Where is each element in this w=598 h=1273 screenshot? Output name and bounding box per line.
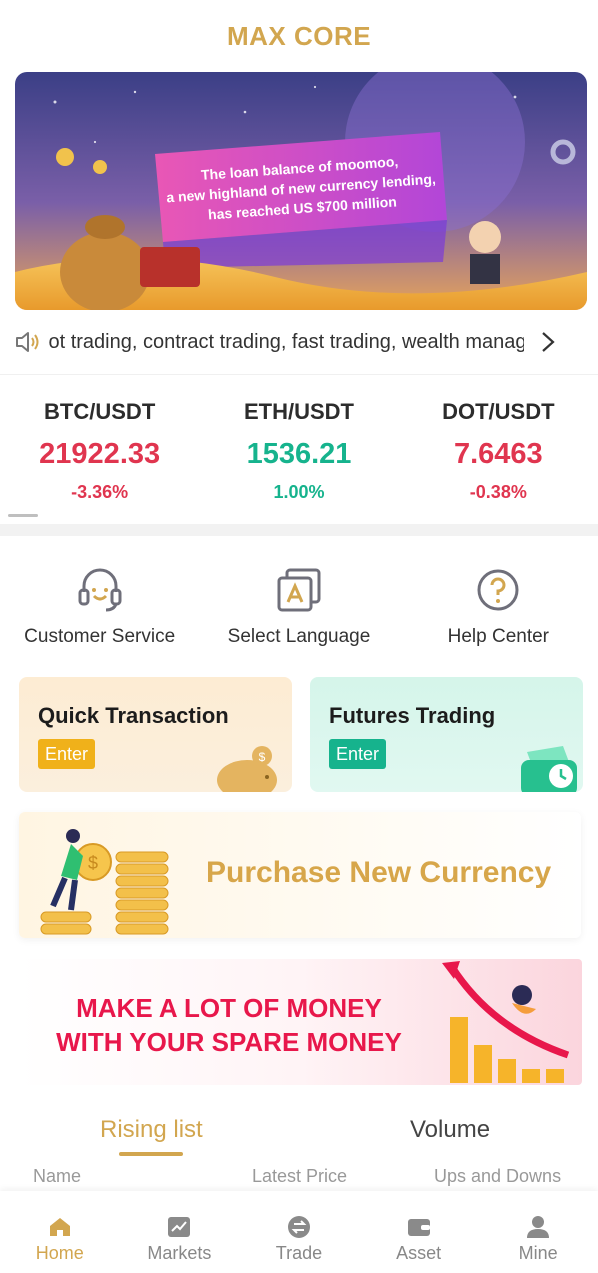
shortcut-help-center[interactable]: Help Center xyxy=(399,560,598,656)
promo-banner[interactable]: The loan balance of moomoo, a new highla… xyxy=(15,72,587,310)
pair-change: -0.38% xyxy=(469,482,527,502)
user-icon xyxy=(527,1216,550,1238)
pair-name: DOT/USDT xyxy=(442,399,555,424)
svg-text:$: $ xyxy=(88,853,98,873)
promo-title: Purchase New Currency xyxy=(206,856,552,889)
exchange-icon xyxy=(287,1216,310,1238)
scroll-indicator xyxy=(8,514,38,517)
promo-line-2: WITH YOUR SPARE MONEY xyxy=(56,1027,402,1057)
market-ticker-dot[interactable]: DOT/USDT 7.6463 -0.38% xyxy=(399,392,598,512)
tabbar-markets[interactable]: Markets xyxy=(120,1191,240,1273)
app-title: MAX CORE xyxy=(226,20,372,51)
bottom-tab-bar: Home Markets Trade Asset Mine xyxy=(0,1191,598,1273)
chart-icon xyxy=(168,1217,191,1237)
tabbar-label: Mine xyxy=(518,1243,558,1263)
market-ticker-btc[interactable]: BTC/USDT 21922.33 -3.36% xyxy=(0,392,199,512)
section-divider xyxy=(0,524,598,536)
column-name: Name xyxy=(33,1166,82,1186)
list-header: Name Latest Price Ups and Downs xyxy=(0,1163,598,1191)
svg-text:$: $ xyxy=(259,750,266,764)
headset-icon xyxy=(78,568,122,612)
tabbar-label: Markets xyxy=(147,1243,212,1263)
purchase-currency-banner[interactable]: $ Purchase New Currency xyxy=(19,812,581,938)
wallet-clock-icon xyxy=(521,746,577,792)
speaker-icon xyxy=(16,332,39,352)
pair-price: 21922.33 xyxy=(39,438,161,470)
quick-enter-button[interactable]: Enter xyxy=(38,739,96,769)
coin-stack-illustration: $ xyxy=(40,829,169,935)
home-icon xyxy=(49,1218,70,1236)
list-tabs: Rising list Volume xyxy=(0,1110,598,1160)
pair-name: BTC/USDT xyxy=(44,399,156,424)
tabbar-label: Asset xyxy=(396,1243,442,1263)
market-tickers: BTC/USDT 21922.33 -3.36% ETH/USDT 1536.2… xyxy=(0,392,598,512)
pair-name: ETH/USDT xyxy=(243,399,354,424)
column-ups-and-downs: Ups and Downs xyxy=(434,1166,562,1186)
shortcut-label: Customer Service xyxy=(24,626,176,647)
quick-transaction-card[interactable]: Quick Transaction Enter $ xyxy=(19,677,292,792)
promo-line-1: MAKE A LOT OF MONEY xyxy=(76,993,382,1023)
tabbar-label: Home xyxy=(35,1243,84,1263)
tab-rising-list[interactable]: Rising list xyxy=(100,1116,203,1144)
pair-change: 1.00% xyxy=(273,482,325,502)
language-icon xyxy=(277,568,321,612)
card-title: Quick Transaction xyxy=(38,703,229,728)
tabbar-label: Trade xyxy=(275,1243,323,1263)
tabbar-mine[interactable]: Mine xyxy=(478,1191,598,1273)
tabbar-asset[interactable]: Asset xyxy=(359,1191,479,1273)
pair-price: 7.6463 xyxy=(453,438,543,470)
shortcut-customer-service[interactable]: Customer Service xyxy=(0,560,199,656)
falling-chart-illustration xyxy=(442,961,570,1083)
help-icon xyxy=(477,569,519,611)
card-title: Futures Trading xyxy=(329,703,496,728)
notice-text: Spot trading, contract trading, fast tra… xyxy=(48,331,524,353)
chevron-right-icon[interactable] xyxy=(538,330,558,354)
piggy-bank-icon: $ xyxy=(217,746,277,792)
wallet-icon xyxy=(407,1219,430,1236)
shortcut-label: Help Center xyxy=(447,626,550,647)
tab-volume[interactable]: Volume xyxy=(410,1116,490,1144)
tabbar-trade[interactable]: Trade xyxy=(239,1191,359,1273)
divider xyxy=(0,374,598,375)
market-ticker-eth[interactable]: ETH/USDT 1536.21 1.00% xyxy=(199,392,398,512)
notice-ticker: Spot trading, contract trading, fast tra… xyxy=(48,318,524,366)
shortcut-label: Select Language xyxy=(227,626,371,647)
notice-bar[interactable]: Spot trading, contract trading, fast tra… xyxy=(0,318,598,366)
spare-money-banner[interactable]: MAKE A LOT OF MONEY WITH YOUR SPARE MONE… xyxy=(19,959,582,1085)
shortcut-select-language[interactable]: Select Language xyxy=(199,560,398,656)
shortcut-row: Customer Service Select Language Help Ce… xyxy=(0,560,598,656)
futures-trading-card[interactable]: Futures Trading Enter xyxy=(310,677,583,792)
tabbar-home[interactable]: Home xyxy=(0,1191,120,1273)
active-tab-indicator xyxy=(119,1152,183,1156)
column-latest-price: Latest Price xyxy=(252,1166,348,1186)
pair-change: -3.36% xyxy=(71,482,129,502)
futures-enter-button[interactable]: Enter xyxy=(329,739,387,769)
pair-price: 1536.21 xyxy=(246,438,352,470)
